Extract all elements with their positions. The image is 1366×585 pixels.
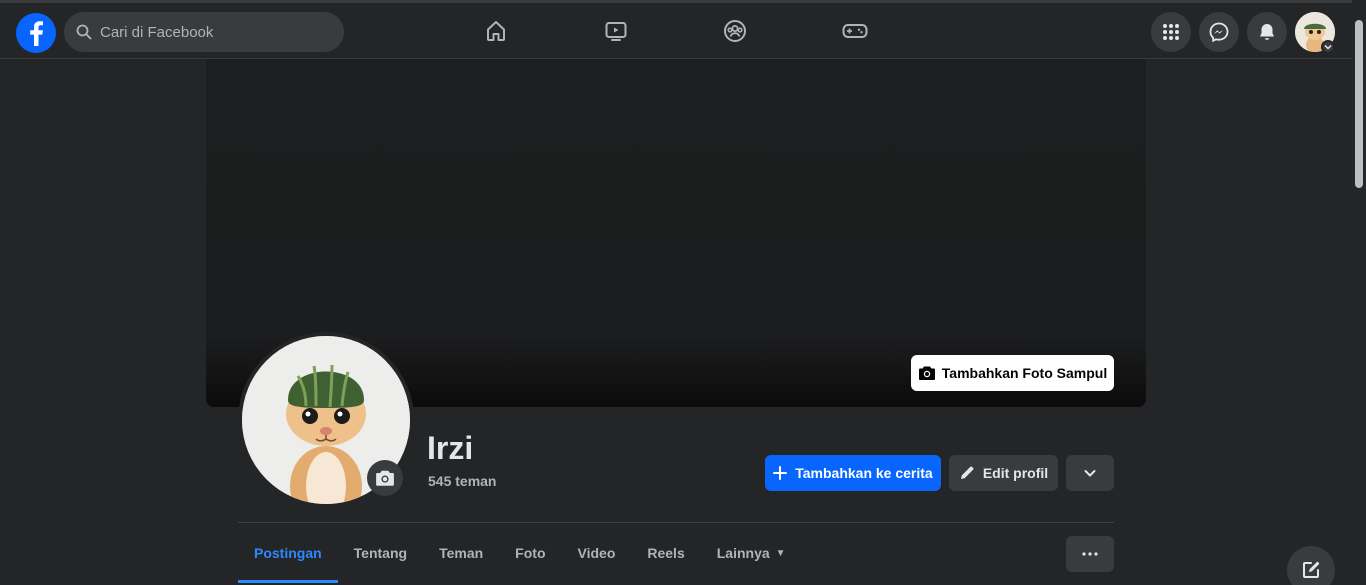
tab-label: Foto	[515, 545, 546, 561]
caret-down-icon: ▼	[775, 547, 786, 559]
tab-label: Lainnya	[716, 545, 770, 561]
home-icon	[487, 21, 505, 41]
camera-icon	[376, 470, 394, 486]
top-navbar	[0, 0, 1352, 59]
tab-teman[interactable]: Teman	[423, 523, 499, 583]
add-cover-photo-button[interactable]: Tambahkan Foto Sampul	[911, 355, 1114, 391]
nav-home[interactable]	[436, 3, 556, 59]
tab-label: Teman	[439, 545, 484, 561]
add-to-story-button[interactable]: Tambahkan ke cerita	[765, 455, 941, 491]
more-options-button[interactable]	[1066, 536, 1114, 572]
tab-tentang[interactable]: Tentang	[338, 523, 423, 583]
messenger-button[interactable]	[1199, 12, 1239, 52]
nav-video[interactable]	[556, 3, 676, 59]
tab-video[interactable]: Video	[562, 523, 632, 583]
tab-label: Postingan	[254, 545, 322, 561]
camera-icon	[918, 366, 935, 380]
gaming-icon	[842, 24, 868, 38]
pencil-icon	[960, 466, 974, 479]
edit-profile-label: Edit profil	[982, 465, 1049, 481]
tab-foto[interactable]: Foto	[499, 523, 561, 583]
profile-tabs: Postingan Tentang Teman Foto Video Reels…	[238, 523, 802, 583]
notifications-button[interactable]	[1247, 12, 1287, 52]
tab-label: Reels	[647, 545, 685, 561]
more-dots-icon	[1082, 552, 1098, 556]
tab-postingan[interactable]: Postingan	[238, 523, 338, 583]
compose-icon	[1303, 561, 1320, 578]
messenger-icon	[1209, 22, 1229, 42]
chevron-down-icon	[1084, 470, 1096, 477]
facebook-logo-icon[interactable]	[16, 13, 56, 53]
scrollbar-thumb[interactable]	[1355, 20, 1363, 188]
page-scrollbar[interactable]	[1352, 0, 1366, 585]
edit-profile-button[interactable]: Edit profil	[949, 455, 1058, 491]
search-box[interactable]	[64, 12, 344, 52]
chevron-down-icon	[1324, 44, 1332, 50]
menu-grid-icon	[1163, 24, 1179, 40]
tab-label: Video	[577, 545, 616, 561]
profile-name: Irzi	[427, 430, 474, 466]
groups-icon	[724, 20, 746, 42]
account-menu-badge[interactable]	[1321, 40, 1335, 54]
search-icon	[76, 24, 92, 40]
plus-icon	[773, 466, 788, 480]
menu-button[interactable]	[1151, 12, 1191, 52]
video-icon	[605, 22, 627, 41]
tab-reels[interactable]: Reels	[631, 523, 700, 583]
bell-icon	[1260, 24, 1274, 40]
add-to-story-label: Tambahkan ke cerita	[795, 465, 933, 481]
friends-count[interactable]: 545 teman	[428, 473, 496, 489]
profile-options-button[interactable]	[1066, 455, 1114, 491]
add-cover-photo-label: Tambahkan Foto Sampul	[941, 365, 1108, 381]
nav-groups[interactable]	[675, 3, 795, 59]
search-input[interactable]	[100, 23, 320, 41]
update-profile-picture-button[interactable]	[367, 460, 403, 496]
tab-lainnya[interactable]: Lainnya ▼	[701, 523, 802, 583]
tab-label: Tentang	[353, 545, 408, 561]
nav-gaming[interactable]	[795, 3, 915, 59]
